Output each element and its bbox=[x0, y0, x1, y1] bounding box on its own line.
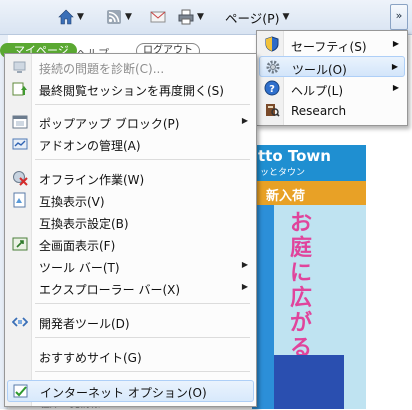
safety-shield-icon bbox=[265, 36, 279, 52]
menu-item-label: 接続の問題を診断(C)... bbox=[39, 62, 165, 76]
menu-item-label: セーフティ(S) bbox=[291, 40, 367, 54]
home-icon bbox=[58, 9, 74, 25]
research-icon bbox=[266, 104, 280, 117]
help-icon: ? bbox=[264, 80, 280, 96]
menu-item-tools[interactable]: ツール(O) ▶ bbox=[259, 56, 405, 77]
chevron-down-icon: ▼ bbox=[77, 12, 84, 22]
promo-banner[interactable]: tto Town ッとタウン 新入荷 お庭に広がる bbox=[252, 145, 366, 409]
menu-item-work-offline[interactable]: オフライン作業(W) bbox=[7, 168, 254, 188]
chevron-down-icon: ▼ bbox=[197, 12, 204, 22]
menu-item-help[interactable]: ? ヘルプ(L) ▶ bbox=[259, 78, 405, 99]
menu-item-label: おすすめサイト(G) bbox=[39, 351, 142, 365]
promo-text: お庭に広がる bbox=[289, 211, 312, 361]
diagnose-icon bbox=[13, 61, 26, 73]
submenu-arrow-icon: ▶ bbox=[392, 83, 399, 92]
chevron-down-icon: ▼ bbox=[282, 12, 290, 22]
menu-item-label: ツール(O) bbox=[292, 63, 347, 77]
menu-item-label: オフライン作業(W) bbox=[39, 173, 145, 187]
menu-item-label: 全画面表示(F) bbox=[39, 239, 116, 253]
popup-block-icon bbox=[12, 115, 28, 129]
menu-separator bbox=[35, 371, 250, 372]
menu-item-fullscreen[interactable]: 全画面表示(F) bbox=[7, 234, 254, 254]
tools-dropdown-menu: 接続の問題を診断(C)... 最終閲覧セッションを再度開く(S) ポップアップ … bbox=[4, 53, 257, 407]
menu-separator bbox=[35, 104, 250, 105]
menu-item-label: 最終閲覧セッションを再度開く(S) bbox=[39, 84, 224, 98]
menu-item-safety[interactable]: セーフティ(S) ▶ bbox=[259, 34, 405, 55]
page-menu-button[interactable]: ページ(P) ▼ bbox=[225, 7, 289, 27]
more-commands-button[interactable]: » bbox=[390, 4, 408, 30]
menu-item-compatibility-settings[interactable]: 互換表示設定(B) bbox=[7, 212, 254, 232]
menu-item-explorer-bars[interactable]: エクスプローラー バー(X) ▶ bbox=[7, 278, 254, 298]
menu-item-popup-blocker[interactable]: ポップアップ ブロック(P) ▶ bbox=[7, 112, 254, 132]
mail-icon bbox=[150, 11, 166, 23]
logo-subtext: ッとタウン bbox=[260, 168, 306, 178]
menu-item-manage-addons[interactable]: アドオンの管理(A) bbox=[7, 134, 254, 154]
home-button[interactable]: ▼ bbox=[58, 7, 84, 27]
menu-separator bbox=[35, 303, 250, 304]
compat-view-icon bbox=[13, 192, 26, 208]
submenu-arrow-icon: ▶ bbox=[392, 39, 399, 48]
new-arrivals-band: 新入荷 bbox=[252, 181, 366, 205]
menu-separator bbox=[35, 159, 250, 160]
logo-text: tto Town bbox=[258, 147, 331, 165]
new-arrivals-label: 新入荷 bbox=[266, 189, 306, 204]
menu-item-compatibility-view[interactable]: 互換表示(V) bbox=[7, 190, 254, 210]
svg-text:?: ? bbox=[269, 84, 275, 95]
menu-item-internet-options[interactable]: インターネット オプション(O) bbox=[7, 380, 254, 402]
read-mail-button[interactable] bbox=[150, 7, 166, 27]
promo-image: お庭に広がる bbox=[252, 205, 366, 409]
chevron-down-icon: ▼ bbox=[125, 12, 132, 22]
menu-item-toolbars[interactable]: ツール バー(T) ▶ bbox=[7, 256, 254, 276]
printer-icon bbox=[178, 9, 194, 25]
menu-item-label: ツール バー(T) bbox=[39, 261, 120, 275]
page-menu-label: ページ(P) bbox=[225, 10, 280, 26]
feeds-icon bbox=[107, 10, 121, 24]
submenu-arrow-icon: ▶ bbox=[241, 282, 248, 291]
page-dropdown-menu: セーフティ(S) ▶ ツール(O) ▶ ? ヘルプ(L) ▶ Research bbox=[256, 30, 408, 126]
submenu-arrow-icon: ▶ bbox=[391, 62, 398, 71]
menu-item-label: ヘルプ(L) bbox=[291, 84, 344, 98]
menu-item-label: インターネット オプション(O) bbox=[40, 386, 207, 400]
offline-icon bbox=[13, 171, 28, 186]
tools-gear-icon bbox=[266, 60, 280, 74]
submenu-arrow-icon: ▶ bbox=[241, 116, 248, 125]
menu-item-reopen-session[interactable]: 最終閲覧セッションを再度開く(S) bbox=[7, 79, 254, 99]
menu-item-research[interactable]: Research bbox=[259, 100, 405, 121]
dev-tools-icon bbox=[12, 317, 28, 327]
menu-item-label: エクスプローラー バー(X) bbox=[39, 283, 181, 297]
menu-item-label: ポップアップ ブロック(P) bbox=[39, 117, 180, 131]
reopen-session-icon bbox=[12, 82, 27, 96]
menu-item-label: Research bbox=[291, 104, 347, 118]
menu-item-label: アドオンの管理(A) bbox=[39, 139, 141, 153]
menu-item-developer-tools[interactable]: 開発者ツール(D) bbox=[7, 312, 254, 332]
menu-separator bbox=[35, 337, 250, 338]
menu-item-label: 開発者ツール(D) bbox=[39, 317, 130, 331]
print-button[interactable]: ▼ bbox=[178, 7, 204, 27]
menu-item-label: 互換表示設定(B) bbox=[39, 217, 129, 231]
site-logo: tto Town ッとタウン bbox=[252, 145, 366, 181]
submenu-arrow-icon: ▶ bbox=[241, 260, 248, 269]
addons-icon bbox=[12, 138, 28, 150]
feeds-button[interactable]: ▼ bbox=[106, 7, 132, 27]
toy-blocks-image bbox=[274, 355, 344, 409]
menu-item-diagnose-connection[interactable]: 接続の問題を診断(C)... bbox=[7, 57, 254, 77]
internet-options-icon bbox=[13, 384, 28, 398]
fullscreen-icon bbox=[12, 237, 28, 251]
menu-item-label: 互換表示(V) bbox=[39, 195, 105, 209]
menu-item-suggested-sites[interactable]: おすすめサイト(G) bbox=[7, 346, 254, 366]
